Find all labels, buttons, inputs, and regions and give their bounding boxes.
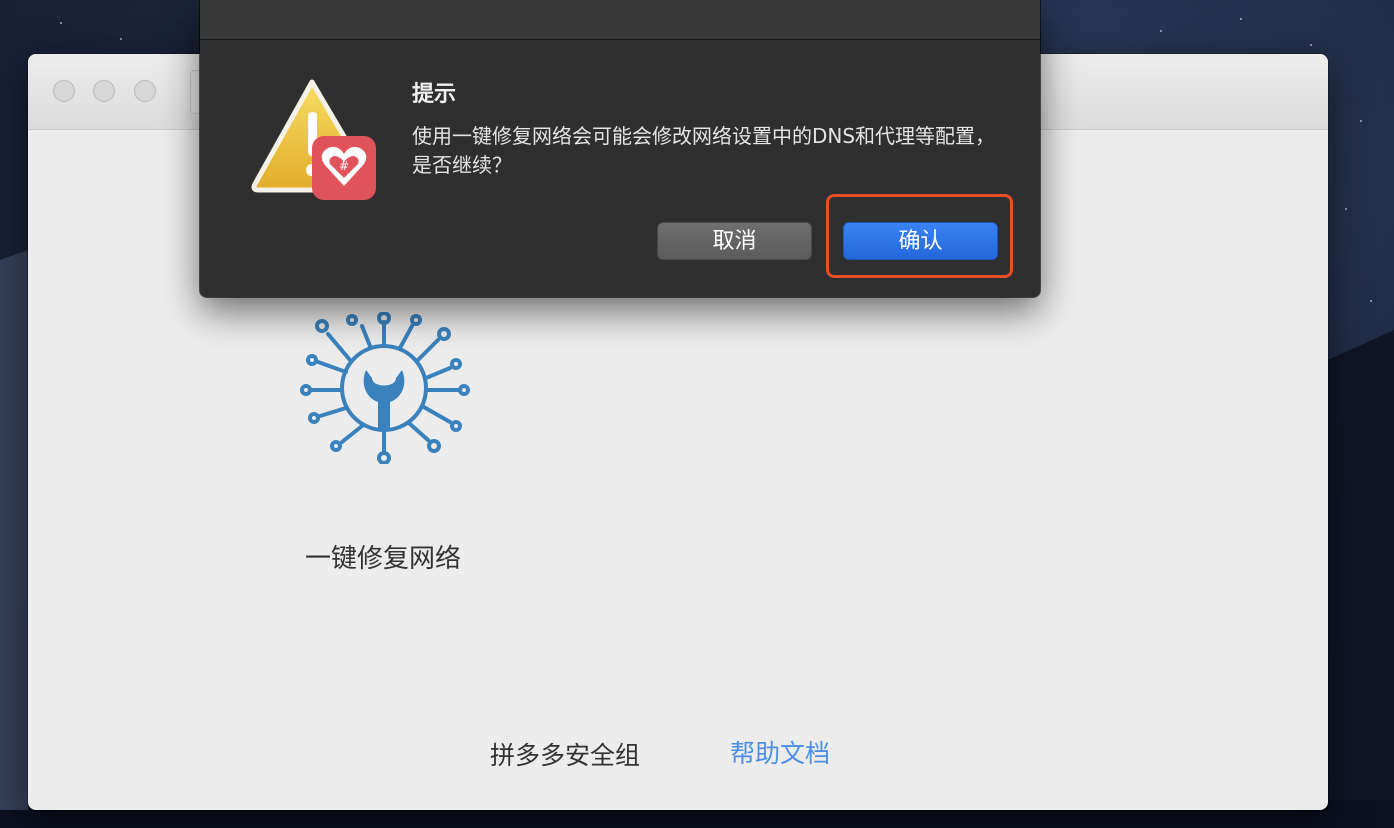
svg-text:#: # [339, 159, 349, 173]
security-team-label: 拼多多安全组 [490, 741, 641, 770]
dialog-message: 使用一键修复网络会可能会修改网络设置中的DNS和代理等配置，是否继续？ [412, 124, 996, 177]
confirm-button-highlight [826, 194, 1013, 278]
confirm-dialog: # 提示 使用一键修复网络会可能会修改网络设置中的DNS和代理等配置，是否继续？… [200, 0, 1040, 297]
zoom-window-button[interactable] [134, 80, 156, 102]
pinduoduo-logo-icon: # [312, 136, 376, 200]
close-window-button[interactable] [53, 80, 75, 102]
minimize-window-button[interactable] [93, 80, 115, 102]
network-repair-icon[interactable] [300, 312, 470, 464]
dialog-top-bar [200, 0, 1040, 40]
cancel-button[interactable]: 取消 [657, 222, 812, 260]
help-docs-link[interactable]: 帮助文档 [730, 734, 830, 770]
one-click-repair-label[interactable]: 一键修复网络 [258, 538, 508, 575]
warning-icon: # [251, 79, 376, 200]
dialog-title: 提示 [412, 82, 457, 107]
